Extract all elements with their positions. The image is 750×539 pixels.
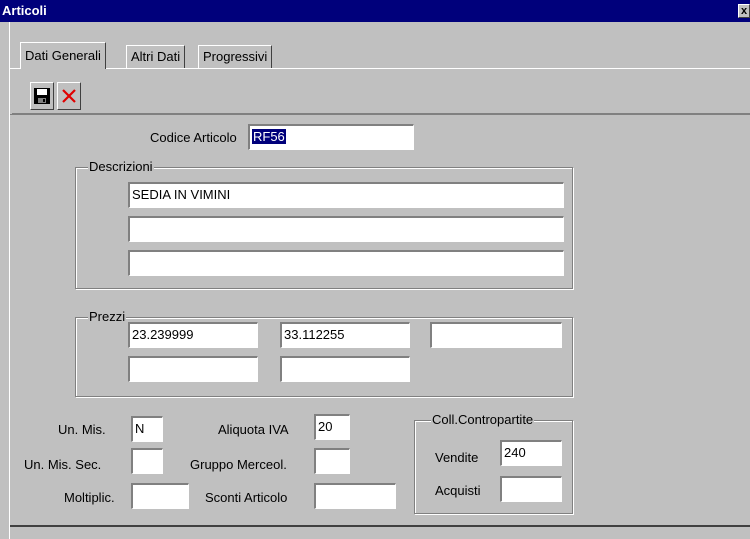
acquisti-label: Acquisti — [435, 483, 481, 498]
sconti-articolo-label: Sconti Articolo — [205, 490, 288, 505]
sconti-articolo-field[interactable] — [314, 483, 396, 509]
tab-altri-dati[interactable]: Altri Dati — [126, 45, 186, 69]
descrizione-1-field[interactable]: SEDIA IN VIMINI — [128, 182, 564, 208]
save-button[interactable] — [30, 82, 54, 110]
tab-progressivi[interactable]: Progressivi — [198, 45, 273, 69]
codice-articolo-value: RF56 — [252, 129, 286, 144]
prezzo-4-field[interactable] — [128, 356, 258, 382]
prezzo-3-field[interactable] — [430, 322, 562, 348]
cancel-button[interactable] — [57, 82, 81, 110]
vendite-label: Vendite — [435, 450, 479, 465]
vendite-field[interactable]: 240 — [500, 440, 562, 466]
descrizione-3-field[interactable] — [128, 250, 564, 276]
close-button[interactable]: x — [738, 4, 750, 18]
window-bottom-edge — [10, 525, 750, 527]
title-bar — [0, 0, 750, 22]
un-mis-field[interactable]: N — [131, 416, 163, 442]
prezzi-title: Prezzi — [88, 309, 127, 324]
red-x-icon — [62, 89, 76, 103]
descrizioni-title: Descrizioni — [88, 159, 154, 174]
prezzo-1-field[interactable]: 23.239999 — [128, 322, 258, 348]
tab-divider — [10, 68, 750, 69]
aliquota-iva-label: Aliquota IVA — [218, 422, 289, 437]
window-title: Articoli — [2, 3, 47, 18]
un-mis-sec-label: Un. Mis. Sec. — [24, 457, 102, 472]
prezzo-5-field[interactable] — [280, 356, 410, 382]
floppy-disk-icon — [34, 88, 50, 104]
codice-articolo-label: Codice Articolo — [150, 130, 237, 145]
moltiplic-field[interactable] — [131, 483, 189, 509]
coll-contropartite-title: Coll.Contropartite — [431, 412, 535, 427]
acquisti-field[interactable] — [500, 476, 562, 502]
codice-articolo-field[interactable]: RF56 — [248, 124, 414, 150]
prezzo-2-field[interactable]: 33.112255 — [280, 322, 410, 348]
moltiplic-label: Moltiplic. — [64, 490, 115, 505]
descrizione-2-field[interactable] — [128, 216, 564, 242]
tab-dati-generali[interactable]: Dati Generali — [20, 42, 106, 69]
gruppo-merceol-label: Gruppo Merceol. — [190, 457, 287, 472]
un-mis-sec-field[interactable] — [131, 448, 163, 474]
un-mis-label: Un. Mis. — [58, 422, 106, 437]
gruppo-merceol-field[interactable] — [314, 448, 350, 474]
aliquota-iva-field[interactable]: 20 — [314, 414, 350, 440]
